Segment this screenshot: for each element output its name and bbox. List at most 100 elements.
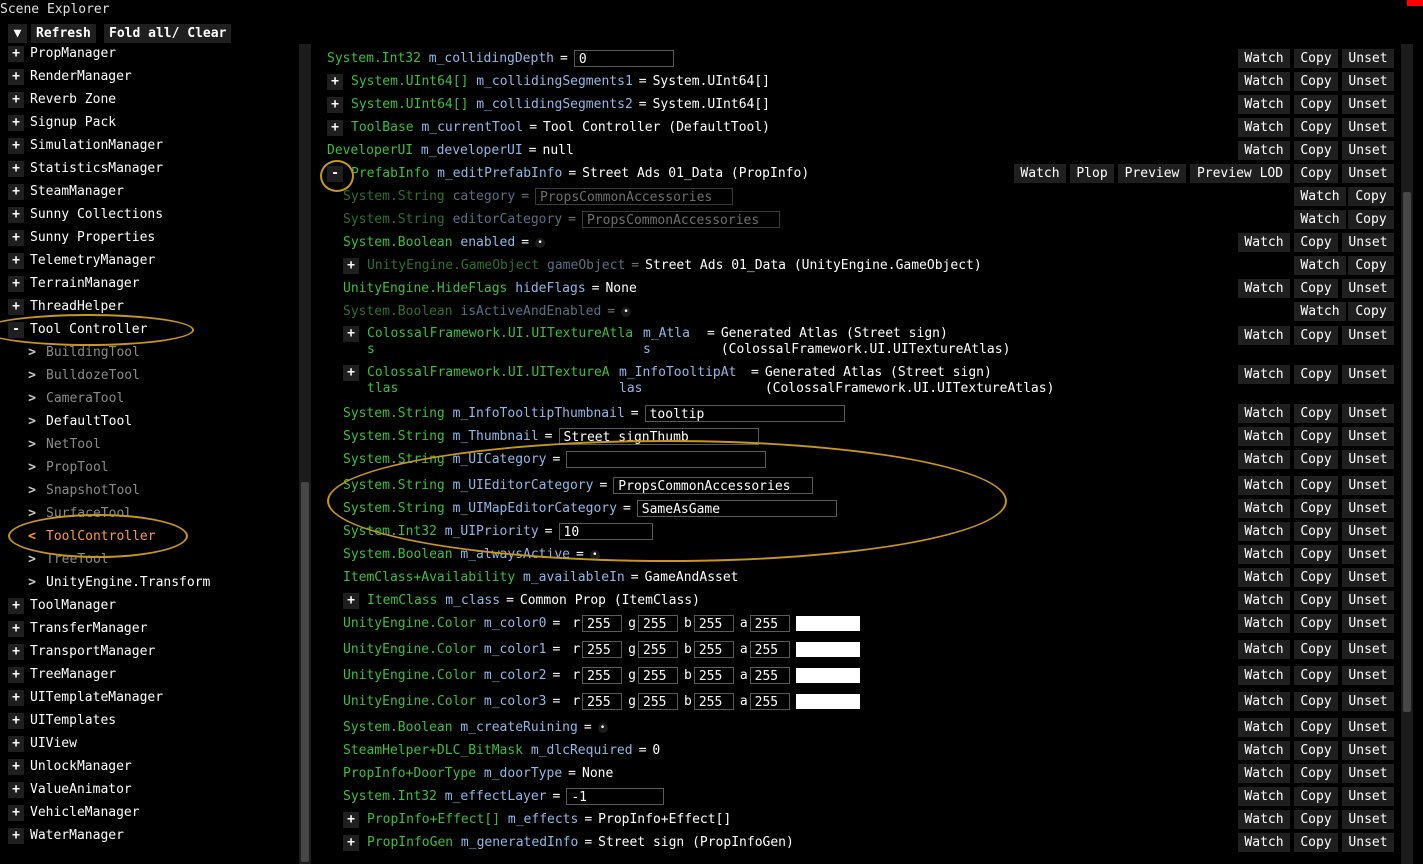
value-input[interactable]: tooltip bbox=[644, 405, 845, 422]
copy-button[interactable]: Copy bbox=[1294, 741, 1338, 760]
watch-button[interactable]: Watch bbox=[1238, 614, 1290, 633]
tree-item[interactable]: > CameraTool bbox=[24, 389, 124, 409]
unset-button[interactable]: Unset bbox=[1342, 141, 1394, 160]
value-input[interactable]: 0 bbox=[573, 50, 674, 67]
unset-button[interactable]: Unset bbox=[1342, 450, 1394, 469]
arrow-icon[interactable]: > bbox=[24, 552, 40, 568]
copy-button[interactable]: Copy bbox=[1294, 326, 1338, 345]
tree-item[interactable]: + Sunny Properties bbox=[8, 228, 155, 248]
arrow-icon[interactable]: > bbox=[24, 391, 40, 407]
tree-item[interactable]: + VehicleManager bbox=[8, 803, 140, 823]
expand-icon[interactable]: + bbox=[8, 736, 24, 752]
watch-button[interactable]: Watch bbox=[1238, 764, 1290, 783]
copy-button[interactable]: Copy bbox=[1294, 787, 1338, 806]
unset-button[interactable]: Unset bbox=[1342, 833, 1394, 852]
watch-button[interactable]: Watch bbox=[1238, 427, 1290, 446]
unset-button[interactable]: Unset bbox=[1342, 787, 1394, 806]
color-b-input[interactable]: 255 bbox=[693, 693, 734, 710]
copy-button[interactable]: Copy bbox=[1294, 476, 1338, 495]
color-swatch[interactable] bbox=[795, 668, 860, 683]
tree-item[interactable]: + ValueAnimator bbox=[8, 780, 132, 800]
unset-button[interactable]: Unset bbox=[1342, 427, 1394, 446]
expand-icon[interactable]: + bbox=[8, 782, 24, 798]
expand-icon[interactable]: + bbox=[8, 253, 24, 269]
tree-item[interactable]: + UITemplates bbox=[8, 711, 116, 731]
expand-icon[interactable]: + bbox=[8, 115, 24, 131]
color-a-input[interactable]: 255 bbox=[749, 615, 790, 632]
tree-item[interactable]: + RenderManager bbox=[8, 67, 132, 87]
expand-icon[interactable]: + bbox=[343, 834, 359, 851]
expand-icon[interactable]: + bbox=[327, 119, 343, 136]
tree-item[interactable]: + TreeManager bbox=[8, 665, 116, 685]
watch-button[interactable]: Watch bbox=[1238, 591, 1290, 610]
tree-item[interactable]: > BulldozeTool bbox=[24, 366, 140, 386]
tree-item[interactable]: + TransportManager bbox=[8, 642, 155, 662]
unset-button[interactable]: Unset bbox=[1342, 568, 1394, 587]
expand-icon[interactable]: + bbox=[8, 161, 24, 177]
unset-button[interactable]: Unset bbox=[1342, 810, 1394, 829]
unset-button[interactable]: Unset bbox=[1342, 614, 1394, 633]
unset-button[interactable]: Unset bbox=[1342, 404, 1394, 423]
color-a-input[interactable]: 255 bbox=[749, 693, 790, 710]
expand-icon[interactable]: + bbox=[8, 69, 24, 85]
refresh-button[interactable]: Refresh bbox=[31, 24, 96, 43]
arrow-icon[interactable]: > bbox=[24, 437, 40, 453]
expand-icon[interactable]: + bbox=[8, 598, 24, 614]
copy-button[interactable]: Copy bbox=[1294, 692, 1338, 711]
watch-button[interactable]: Watch bbox=[1238, 49, 1290, 68]
color-g-input[interactable]: 255 bbox=[638, 615, 678, 632]
color-b-input[interactable]: 255 bbox=[693, 615, 734, 632]
copy-button[interactable]: Copy bbox=[1294, 833, 1338, 852]
copy-button[interactable]: Copy bbox=[1294, 404, 1338, 423]
arrow-icon[interactable]: > bbox=[24, 368, 40, 384]
copy-button[interactable]: Copy bbox=[1348, 210, 1394, 229]
watch-button[interactable]: Watch bbox=[1238, 404, 1290, 423]
preview-button[interactable]: Preview bbox=[1118, 164, 1186, 183]
unset-button[interactable]: Unset bbox=[1342, 49, 1394, 68]
copy-button[interactable]: Copy bbox=[1348, 302, 1394, 321]
tree-item[interactable]: + Signup Pack bbox=[8, 113, 116, 133]
watch-button[interactable]: Watch bbox=[1238, 718, 1290, 737]
tree-item[interactable]: + SimulationManager bbox=[8, 136, 163, 156]
tree-item[interactable]: > PropTool bbox=[24, 458, 109, 478]
expand-icon[interactable]: + bbox=[343, 257, 359, 274]
tree-item[interactable]: + UnlockManager bbox=[8, 757, 132, 777]
arrow-icon[interactable]: > bbox=[24, 345, 40, 361]
fold-all-clear-button[interactable]: Fold all/ Clear bbox=[104, 24, 232, 43]
watch-button[interactable]: Watch bbox=[1238, 72, 1290, 91]
tree-item[interactable]: + Reverb Zone bbox=[8, 90, 116, 110]
tree-item[interactable]: > DefaultTool bbox=[24, 412, 132, 432]
watch-button[interactable]: Watch bbox=[1238, 522, 1290, 541]
color-r-input[interactable]: 255 bbox=[582, 641, 623, 658]
arrow-icon[interactable]: > bbox=[24, 414, 40, 430]
copy-button[interactable]: Copy bbox=[1294, 522, 1338, 541]
unset-button[interactable]: Unset bbox=[1342, 640, 1394, 659]
watch-button[interactable]: Watch bbox=[1238, 233, 1290, 252]
color-swatch[interactable] bbox=[795, 642, 860, 657]
copy-button[interactable]: Copy bbox=[1294, 72, 1338, 91]
copy-button[interactable]: Copy bbox=[1294, 427, 1338, 446]
unset-button[interactable]: Unset bbox=[1342, 741, 1394, 760]
unset-button[interactable]: Unset bbox=[1342, 279, 1394, 298]
copy-button[interactable]: Copy bbox=[1294, 49, 1338, 68]
expand-icon[interactable]: + bbox=[8, 207, 24, 223]
expand-icon[interactable]: + bbox=[8, 138, 24, 154]
tree-item[interactable]: + UITemplateManager bbox=[8, 688, 163, 708]
watch-button[interactable]: Watch bbox=[1238, 640, 1290, 659]
watch-button[interactable]: Watch bbox=[1238, 741, 1290, 760]
color-b-input[interactable]: 255 bbox=[693, 667, 734, 684]
expand-icon[interactable]: + bbox=[8, 621, 24, 637]
copy-button[interactable]: Copy bbox=[1294, 810, 1338, 829]
tree-item[interactable]: > BuildingTool bbox=[24, 343, 140, 363]
preview-lod-button[interactable]: Preview LOD bbox=[1190, 164, 1290, 183]
watch-button[interactable]: Watch bbox=[1238, 141, 1290, 160]
copy-button[interactable]: Copy bbox=[1294, 365, 1338, 384]
expand-icon[interactable]: + bbox=[343, 326, 359, 342]
checkbox[interactable]: • bbox=[621, 306, 632, 317]
expand-icon[interactable]: + bbox=[8, 46, 24, 62]
color-a-input[interactable]: 255 bbox=[749, 667, 790, 684]
expand-icon[interactable]: + bbox=[8, 667, 24, 683]
watch-button[interactable]: Watch bbox=[1238, 666, 1290, 685]
watch-button[interactable]: Watch bbox=[1238, 787, 1290, 806]
watch-button[interactable]: Watch bbox=[1238, 833, 1290, 852]
